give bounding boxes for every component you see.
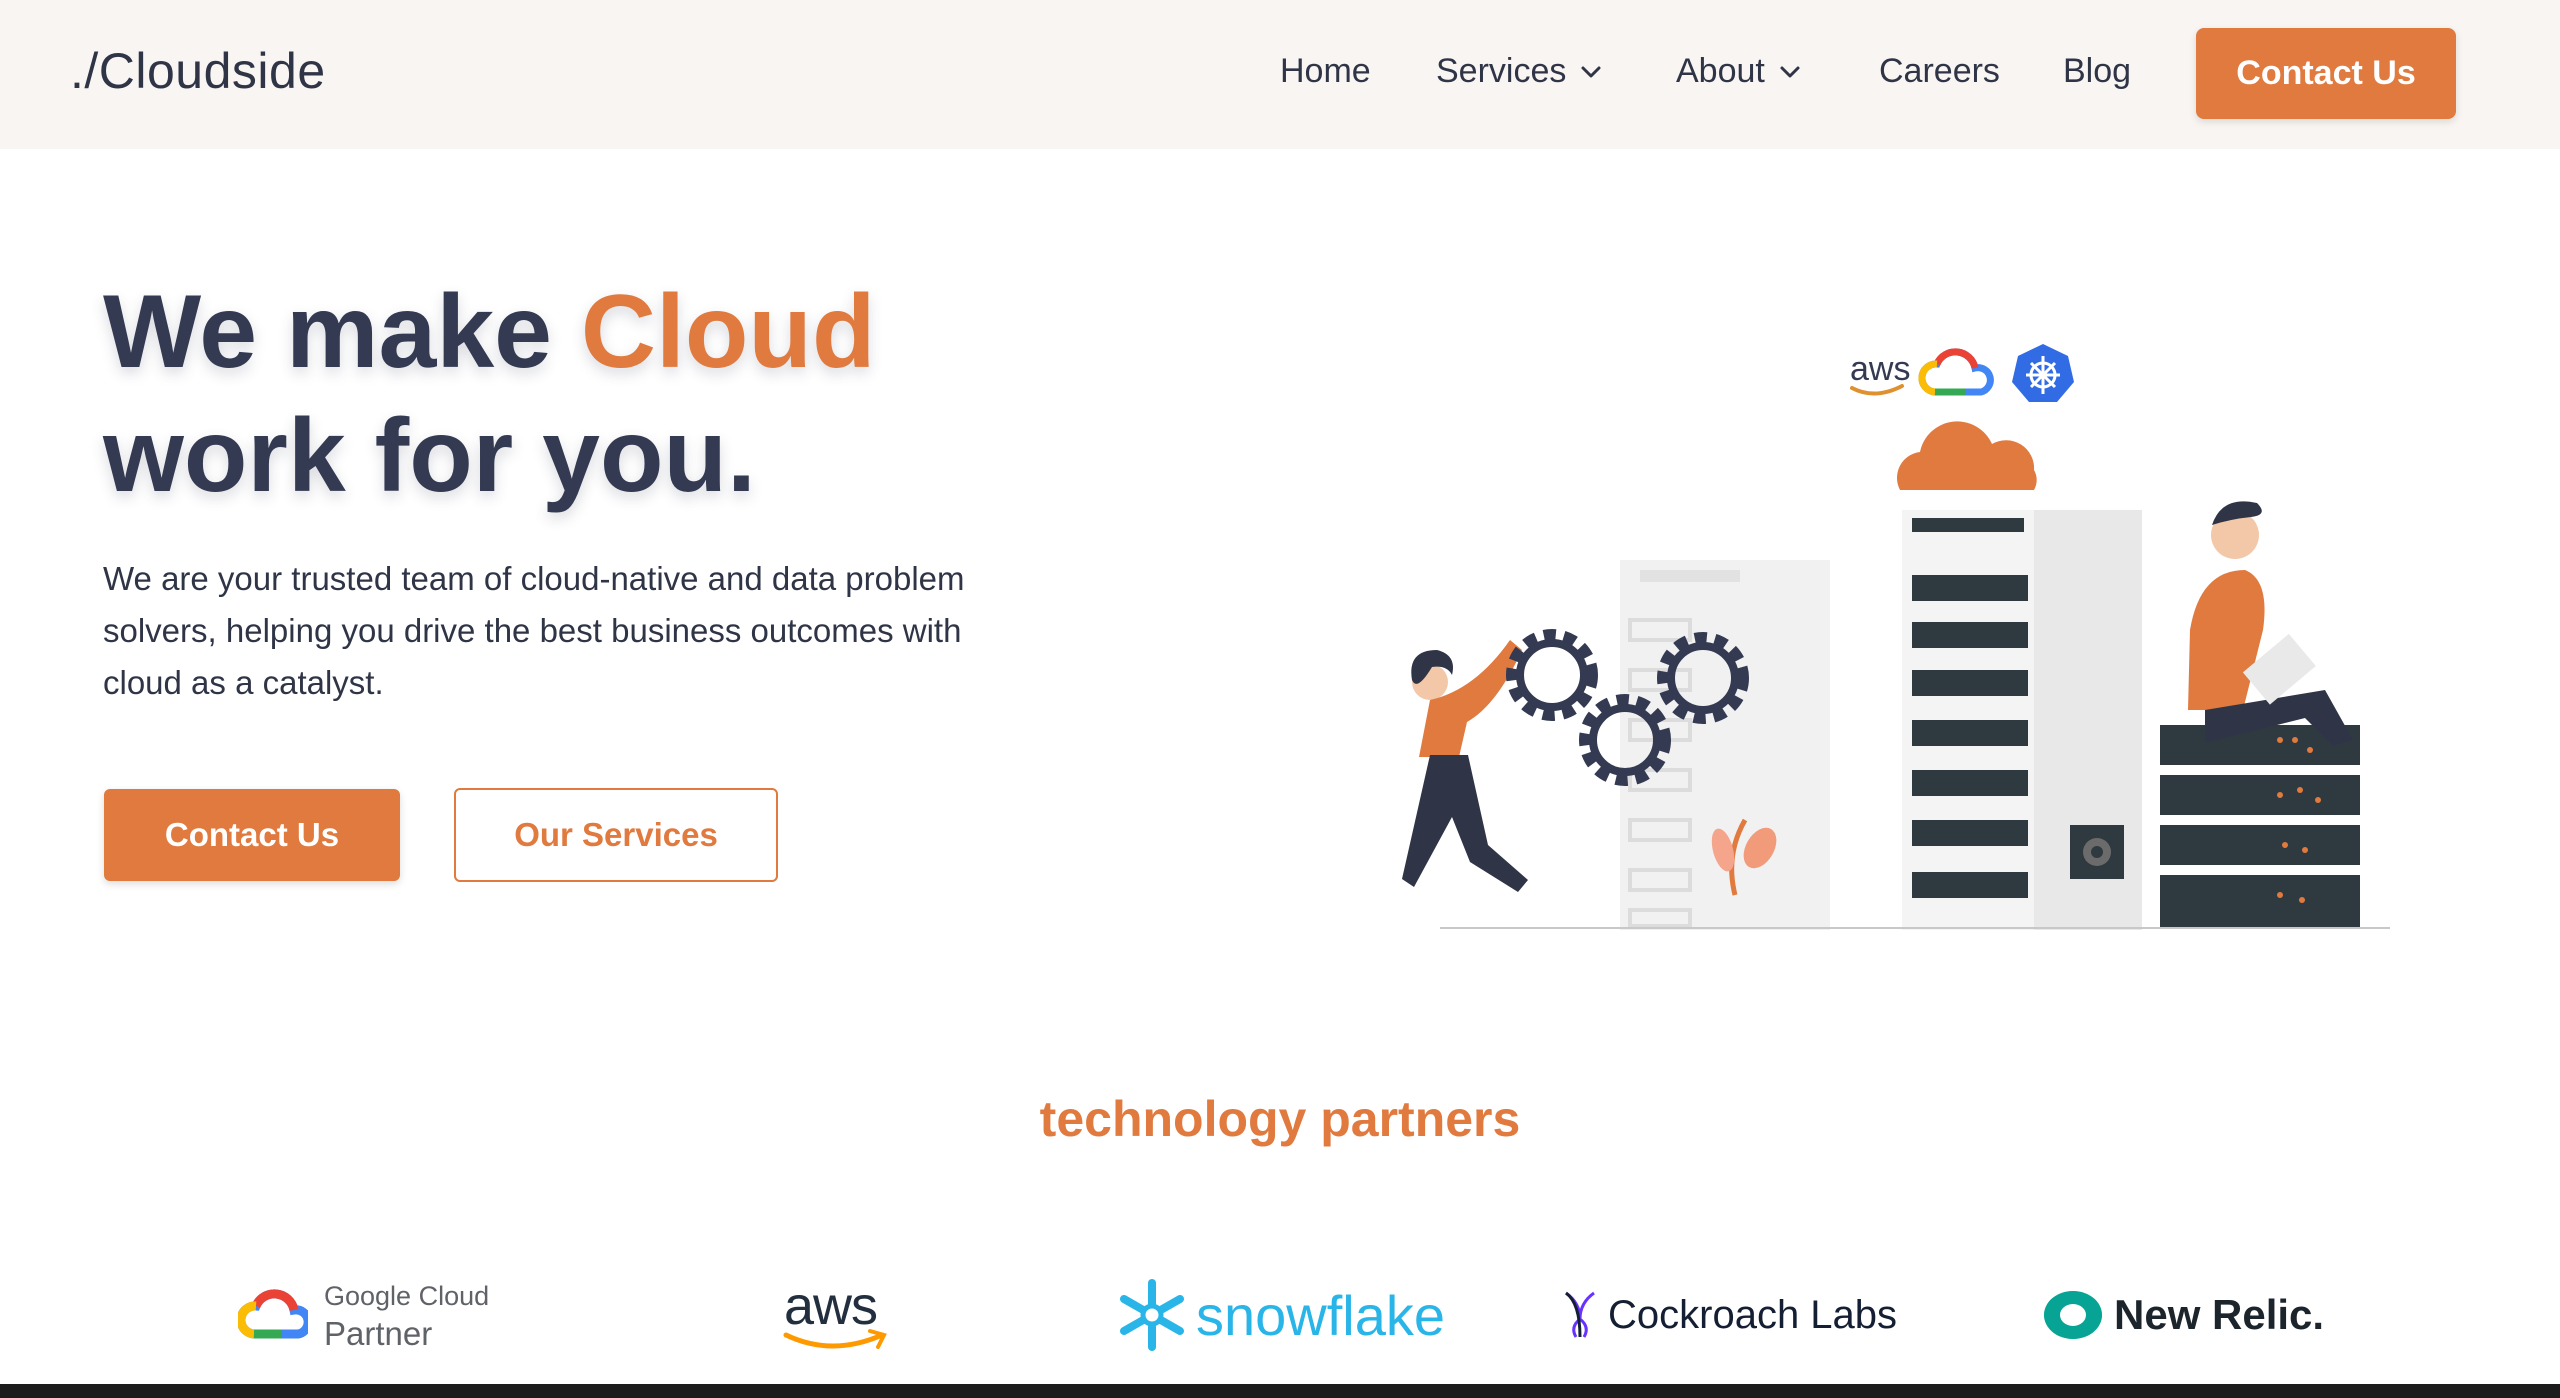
hero-title-part2: work for you. xyxy=(103,398,756,514)
nav-careers-label: Careers xyxy=(1879,52,2000,90)
cockroach-labs-label: Cockroach Labs xyxy=(1608,1292,1898,1337)
partner-aws[interactable]: aws xyxy=(782,1265,892,1365)
nav-services-label: Services xyxy=(1436,52,1567,90)
partner-cockroach-labs[interactable]: Cockroach Labs xyxy=(1562,1265,1897,1365)
person-sitting xyxy=(2188,501,2353,746)
new-relic-icon xyxy=(2044,1291,2102,1339)
cockroach-icon xyxy=(1565,1291,1595,1338)
kubernetes-badge-icon xyxy=(2012,344,2074,402)
hero-services-button[interactable]: Our Services xyxy=(454,788,778,882)
snowflake-label: snowflake xyxy=(1196,1283,1446,1347)
nav-home-label: Home xyxy=(1280,52,1371,90)
nav-about-label: About xyxy=(1676,52,1765,90)
partners-title: technology partners xyxy=(1039,1091,1521,1147)
google-cloud-badge-icon xyxy=(1918,348,1994,396)
partner-new-relic[interactable]: New Relic. xyxy=(2042,1265,2324,1365)
nav-services[interactable]: Services xyxy=(1436,52,1602,91)
partner-snowflake[interactable]: snowflake xyxy=(1114,1265,1445,1365)
nav-blog[interactable]: Blog xyxy=(2063,52,2131,91)
window-bottom-edge xyxy=(0,1384,2560,1398)
aws-badge-text: aws xyxy=(1850,350,1910,388)
hero-title: We make Cloud work for you. xyxy=(103,270,1103,518)
nav-home[interactable]: Home xyxy=(1280,52,1371,91)
chevron-down-icon xyxy=(1581,66,1601,77)
main-menu: Home Services About Careers Blog xyxy=(0,52,2560,102)
aws-logo-icon: aws xyxy=(782,1265,892,1365)
top-navbar: ./Cloudside Home Services About Careers xyxy=(0,0,2560,149)
aws-smile-shape xyxy=(783,1329,887,1349)
google-cloud-icon xyxy=(238,1289,308,1339)
google-cloud-label: Google Cloud xyxy=(324,1281,490,1311)
hero-title-accent: Cloud xyxy=(580,274,876,390)
hero-description: We are your trusted team of cloud-native… xyxy=(103,560,965,701)
aws-badge-icon: aws xyxy=(1850,350,1910,396)
snowflake-icon xyxy=(1120,1279,1184,1351)
hero-contact-button[interactable]: Contact Us xyxy=(104,789,400,881)
chevron-down-icon xyxy=(1780,66,1800,77)
nav-careers[interactable]: Careers xyxy=(1879,52,2000,91)
hero-title-part1: We make xyxy=(103,274,581,390)
partner-google-cloud[interactable]: Google Cloud Partner xyxy=(238,1265,489,1365)
new-relic-label: New Relic. xyxy=(2114,1291,2325,1338)
nav-about[interactable]: About xyxy=(1676,52,1801,91)
google-cloud-subtitle: Partner xyxy=(324,1315,433,1352)
cloud-shape xyxy=(1896,421,2037,490)
nav-blog-label: Blog xyxy=(2063,52,2132,90)
page: ./Cloudside Home Services About Careers xyxy=(0,0,2560,1398)
hero-illustration: aws xyxy=(1402,344,2390,930)
nav-contact-button[interactable]: Contact Us xyxy=(2196,28,2456,119)
